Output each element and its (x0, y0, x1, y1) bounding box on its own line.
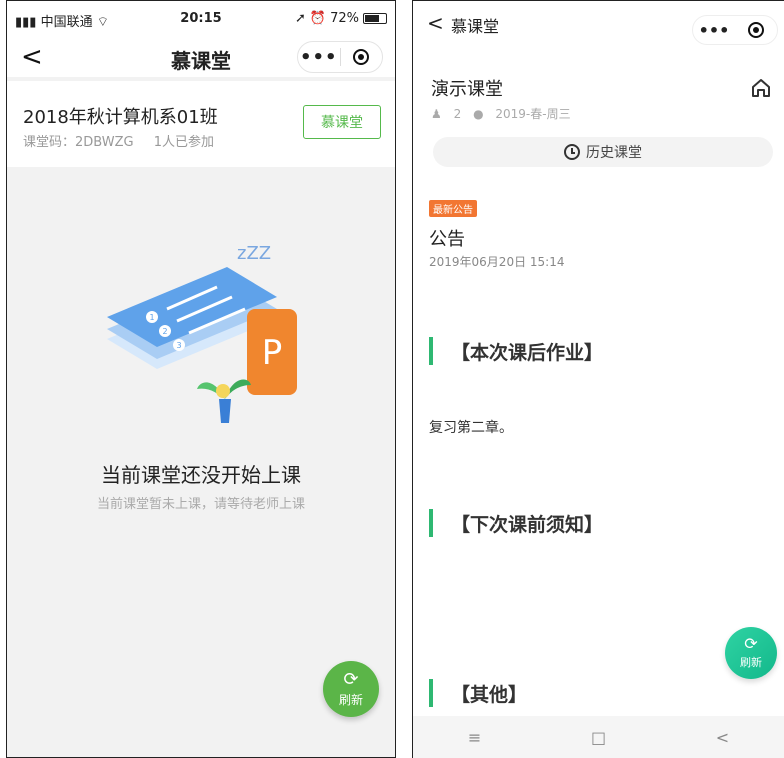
mini-program-capsule: ••• (297, 41, 383, 73)
nav-bar: < 慕课堂 ••• (413, 1, 784, 45)
section-heading: 【本次课后作业】 (429, 337, 603, 365)
home-nav-icon[interactable]: □ (591, 728, 606, 747)
back-nav-icon[interactable]: < (716, 728, 729, 747)
refresh-button[interactable]: ⟳ 刷新 (725, 627, 777, 679)
alarm-icon: ⏰ (309, 11, 327, 26)
right-phone-screen: < 慕课堂 ••• 演示课堂 ♟ 2 ● 2019-春-周三 历史课堂 最新公告… (412, 0, 784, 758)
notice-title[interactable]: 公告 (429, 225, 465, 251)
home-icon[interactable] (750, 77, 772, 99)
class-name: 2018年秋计算机系01班 (23, 107, 218, 128)
left-phone-screen: ▮▮▮ 中国联通 ⌔ 20:15 ➚ ⏰ 72% < 慕课堂 ••• 2018年… (6, 0, 396, 758)
more-icon[interactable]: ••• (298, 47, 340, 68)
person-icon: ♟ (431, 107, 442, 121)
plant-flower (216, 384, 230, 398)
battery-group: ➚ ⏰ 72% (295, 11, 387, 26)
class-code: 课堂码：2DBWZG (23, 135, 134, 150)
target-icon[interactable] (735, 22, 777, 38)
section-accent-bar (429, 337, 433, 365)
history-label: 历史课堂 (586, 145, 642, 161)
notice-time: 2019年06月20日 15:14 (429, 255, 565, 269)
section-body: 复习第二章。 (429, 420, 513, 436)
empty-state-title: 当前课堂还没开始上课 (101, 463, 301, 487)
back-button[interactable]: < (427, 11, 444, 35)
section-accent-bar (429, 679, 433, 707)
refresh-label: 刷新 (338, 692, 363, 707)
section-accent-bar (429, 509, 433, 537)
refresh-button[interactable]: ⟳ 刷新 (323, 661, 379, 717)
empty-state-subtitle: 当前课堂暂未上课，请等待老师上课 (96, 497, 305, 512)
nav-bar: < 慕课堂 ••• (7, 41, 395, 77)
course-meta: ♟ 2 ● 2019-春-周三 (431, 105, 579, 122)
battery-percent: 72% (330, 11, 359, 26)
page-title: 慕课堂 (451, 17, 500, 36)
menu-icon[interactable]: ≡ (468, 728, 481, 747)
section-heading: 【其他】 (429, 679, 527, 707)
course-title: 演示课堂 (431, 79, 503, 100)
refresh-icon: ⟳ (744, 634, 758, 653)
clock-icon (564, 144, 580, 160)
mini-program-capsule: ••• (692, 15, 778, 45)
refresh-icon: ⟳ (343, 668, 359, 690)
student-count: 2 (453, 107, 462, 121)
location-icon: ➚ (295, 11, 306, 26)
mooc-class-button[interactable]: 慕课堂 (303, 105, 381, 139)
class-meta: 课堂码：2DBWZG 1人已参加 (23, 131, 230, 150)
history-class-button[interactable]: 历史课堂 (433, 137, 773, 167)
course-term: 2019-春-周三 (495, 107, 571, 121)
section-title: 【下次课前须知】 (451, 513, 604, 536)
list-number: 1 (149, 313, 154, 322)
latest-notice-badge: 最新公告 (429, 200, 477, 217)
list-number: 2 (162, 327, 167, 336)
zzz-text: zZZ (237, 243, 271, 264)
android-nav-bar: ≡ □ < (413, 716, 784, 758)
more-icon[interactable]: ••• (693, 21, 735, 40)
class-card: 2018年秋计算机系01班 课堂码：2DBWZG 1人已参加 慕课堂 (7, 81, 395, 167)
status-bar: ▮▮▮ 中国联通 ⌔ 20:15 ➚ ⏰ 72% (7, 1, 395, 41)
refresh-label: 刷新 (740, 656, 762, 669)
section-heading: 【下次课前须知】 (429, 509, 603, 537)
target-icon[interactable] (341, 49, 383, 65)
battery-icon (363, 13, 387, 24)
joined-count: 1人已参加 (153, 135, 214, 150)
term-icon: ● (473, 107, 484, 121)
logo-letter: P (262, 333, 283, 373)
empty-state-illustration: zZZ 1 2 3 P (107, 243, 297, 423)
list-number: 3 (176, 341, 181, 350)
section-title: 【其他】 (451, 683, 528, 706)
plant-pot (219, 399, 231, 423)
section-title: 【本次课后作业】 (451, 341, 604, 364)
